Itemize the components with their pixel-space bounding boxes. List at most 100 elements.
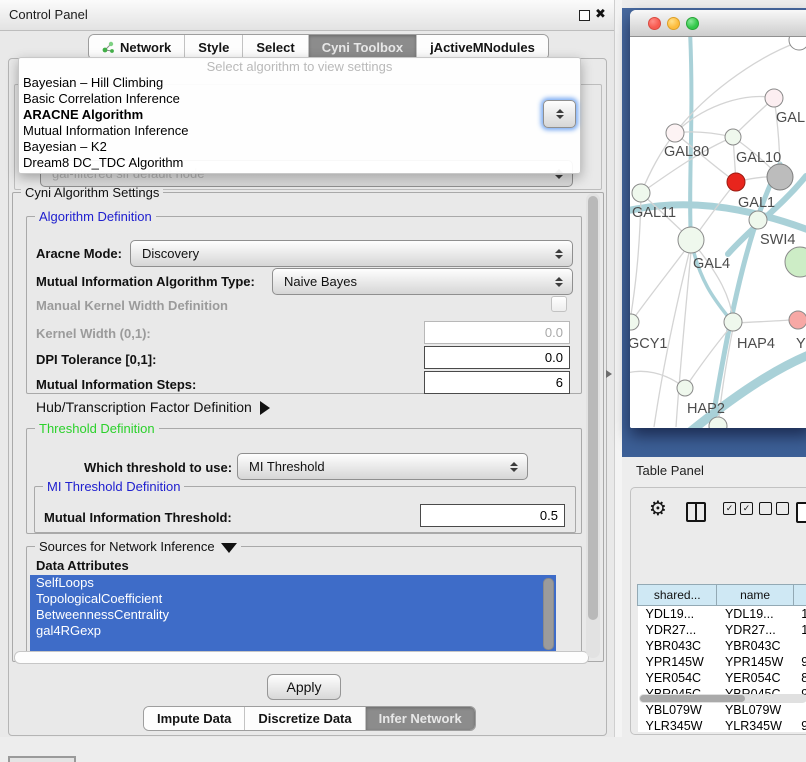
tab-infer-network[interactable]: Infer Network xyxy=(366,707,475,730)
tab-discretize-data[interactable]: Discretize Data xyxy=(245,707,365,730)
network-node[interactable] xyxy=(765,89,783,107)
algorithm-dropdown-popup: Select algorithm to view settings Bayesi… xyxy=(18,57,581,174)
settings-horizontal-scrollbar[interactable] xyxy=(14,651,589,664)
table-row[interactable]: YDL19...YDL19...13 xyxy=(638,606,806,623)
list-item[interactable]: gal4RGexp xyxy=(30,623,556,639)
group-title: Algorithm Definition xyxy=(35,209,156,224)
network-node-label: HAP2 xyxy=(687,401,725,417)
column-header[interactable]: name xyxy=(717,585,793,606)
mi-threshold-field[interactable] xyxy=(420,504,565,527)
network-node[interactable] xyxy=(785,247,806,277)
network-node-label: GCY1 xyxy=(630,336,668,352)
group-title: MI Threshold Definition xyxy=(43,479,184,494)
tab-select[interactable]: Select xyxy=(243,35,308,59)
clear-all-checks-icon[interactable] xyxy=(759,502,789,515)
network-node-label: Y xyxy=(796,336,806,352)
network-node[interactable] xyxy=(789,36,806,50)
dropdown-item[interactable]: Basic Correlation Inference xyxy=(19,91,580,107)
kernel-width-field[interactable] xyxy=(424,321,570,344)
table-row[interactable]: YBR043CYBR043C xyxy=(638,638,806,654)
network-node-label: GAL80 xyxy=(664,144,709,160)
scrollbar-thumb[interactable] xyxy=(588,196,598,620)
aracne-mode-combo[interactable]: Discovery xyxy=(130,240,573,267)
dropdown-item[interactable]: Mutual Information Inference xyxy=(19,123,580,139)
network-node-label: GAL11 xyxy=(632,205,676,221)
tab-jactivemnodules[interactable]: jActiveMNodules xyxy=(417,35,548,59)
bottom-mini-box[interactable] xyxy=(8,756,76,762)
float-window-icon[interactable] xyxy=(579,10,590,21)
network-node[interactable] xyxy=(678,227,704,253)
dropdown-item[interactable]: Dream8 DC_TDC Algorithm xyxy=(19,155,580,171)
window-minimize-light-icon[interactable] xyxy=(667,17,680,30)
network-node[interactable] xyxy=(767,164,793,190)
document-icon[interactable] xyxy=(796,502,806,523)
select-all-checks-icon[interactable]: ✓✓ xyxy=(723,502,753,515)
mi-steps-label: Mutual Information Steps: xyxy=(36,377,196,392)
list-item[interactable]: BetweennessCentrality xyxy=(30,607,556,623)
network-node-label: GAL10 xyxy=(736,150,781,166)
network-view-window: GALGAL80GAL10GAL1GAL11SWI4GAL4GCY1HAP4YH… xyxy=(630,10,806,428)
list-item[interactable]: TopologicalCoefficient xyxy=(30,591,556,607)
hub-definition-toggle[interactable]: Hub/Transcription Factor Definition xyxy=(36,399,270,415)
mi-type-combo[interactable]: Naive Bayes xyxy=(272,268,573,295)
network-node[interactable] xyxy=(677,380,693,396)
dropdown-item-selected[interactable]: ARACNE Algorithm xyxy=(19,107,580,123)
expand-right-icon xyxy=(260,401,270,415)
window-close-light-icon[interactable] xyxy=(648,17,661,30)
control-panel-titlebar[interactable]: Control Panel ✖ xyxy=(0,0,614,31)
dropdown-item[interactable]: Bayesian – K2 xyxy=(19,139,580,155)
sources-toggle[interactable]: Sources for Network Inference xyxy=(35,539,241,554)
dropdown-item[interactable]: Bayesian – Hill Climbing xyxy=(19,75,580,91)
network-node[interactable] xyxy=(630,314,639,330)
table-row[interactable]: YDR27...YDR27...12 xyxy=(638,622,806,638)
tab-cyni-toolbox[interactable]: Cyni Toolbox xyxy=(309,35,417,59)
table-panel-window: ⚙ ✓✓ shared... name YDL19...YDL19...13 xyxy=(630,487,806,735)
manual-kernel-checkbox[interactable] xyxy=(551,296,567,312)
kernel-width-label: Kernel Width (0,1): xyxy=(36,326,151,341)
column-header[interactable]: shared... xyxy=(638,585,717,606)
list-vertical-scrollbar[interactable] xyxy=(543,578,554,650)
control-panel-window: Control Panel ✖ Network Style Select Cyn… xyxy=(0,0,615,738)
mi-steps-field[interactable] xyxy=(424,371,570,394)
window-zoom-light-icon[interactable] xyxy=(686,17,699,30)
network-node[interactable] xyxy=(727,173,745,191)
dropdown-prompt: Select algorithm to view settings xyxy=(19,58,580,75)
network-node-label: HAP4 xyxy=(737,336,775,352)
table-row[interactable]: YPR145WYPR145W9. xyxy=(638,654,806,670)
tab-network[interactable]: Network xyxy=(89,35,185,59)
apply-button[interactable]: Apply xyxy=(267,674,341,700)
column-header[interactable] xyxy=(793,585,806,606)
network-canvas[interactable]: GALGAL80GAL10GAL1GAL11SWI4GAL4GCY1HAP4YH… xyxy=(630,36,806,428)
list-item[interactable]: SelfLoops xyxy=(30,575,556,591)
network-node[interactable] xyxy=(749,211,767,229)
table-panel-title: Table Panel xyxy=(636,463,704,478)
control-panel-title: Control Panel xyxy=(9,7,88,22)
tab-style[interactable]: Style xyxy=(185,35,243,59)
network-node[interactable] xyxy=(789,311,806,329)
close-icon[interactable]: ✖ xyxy=(595,6,606,22)
table-row[interactable]: YBL079WYBL079W xyxy=(638,702,806,718)
dpi-tolerance-field[interactable] xyxy=(424,346,570,369)
tab-network-label: Network xyxy=(120,40,171,55)
gear-icon[interactable]: ⚙ xyxy=(649,496,667,521)
network-edge xyxy=(685,323,734,388)
table-row[interactable]: YLR345WYLR345W9. xyxy=(638,718,806,732)
table-horizontal-scrollbar[interactable] xyxy=(639,694,806,703)
table-row[interactable]: YER054CYER054C8. xyxy=(638,670,806,686)
bottom-strip xyxy=(0,737,806,762)
panel-divider[interactable] xyxy=(615,0,622,737)
network-node[interactable] xyxy=(724,313,742,331)
algorithm-combo-focused[interactable] xyxy=(543,100,576,128)
divider-handle-icon[interactable] xyxy=(606,370,612,378)
mi-threshold-label: Mutual Information Threshold: xyxy=(44,510,232,525)
network-node[interactable] xyxy=(666,124,684,142)
network-node[interactable] xyxy=(725,129,741,145)
settings-vertical-scrollbar[interactable] xyxy=(586,193,600,658)
dpi-tolerance-label: DPI Tolerance [0,1]: xyxy=(36,352,156,367)
columns-icon[interactable] xyxy=(686,502,706,522)
which-threshold-combo[interactable]: MI Threshold xyxy=(237,453,528,480)
tab-impute-data[interactable]: Impute Data xyxy=(144,707,245,730)
network-node[interactable] xyxy=(632,184,650,202)
scrollbar-thumb[interactable] xyxy=(640,695,745,702)
cyni-bottom-tabbar: Impute Data Discretize Data Infer Networ… xyxy=(143,706,476,731)
